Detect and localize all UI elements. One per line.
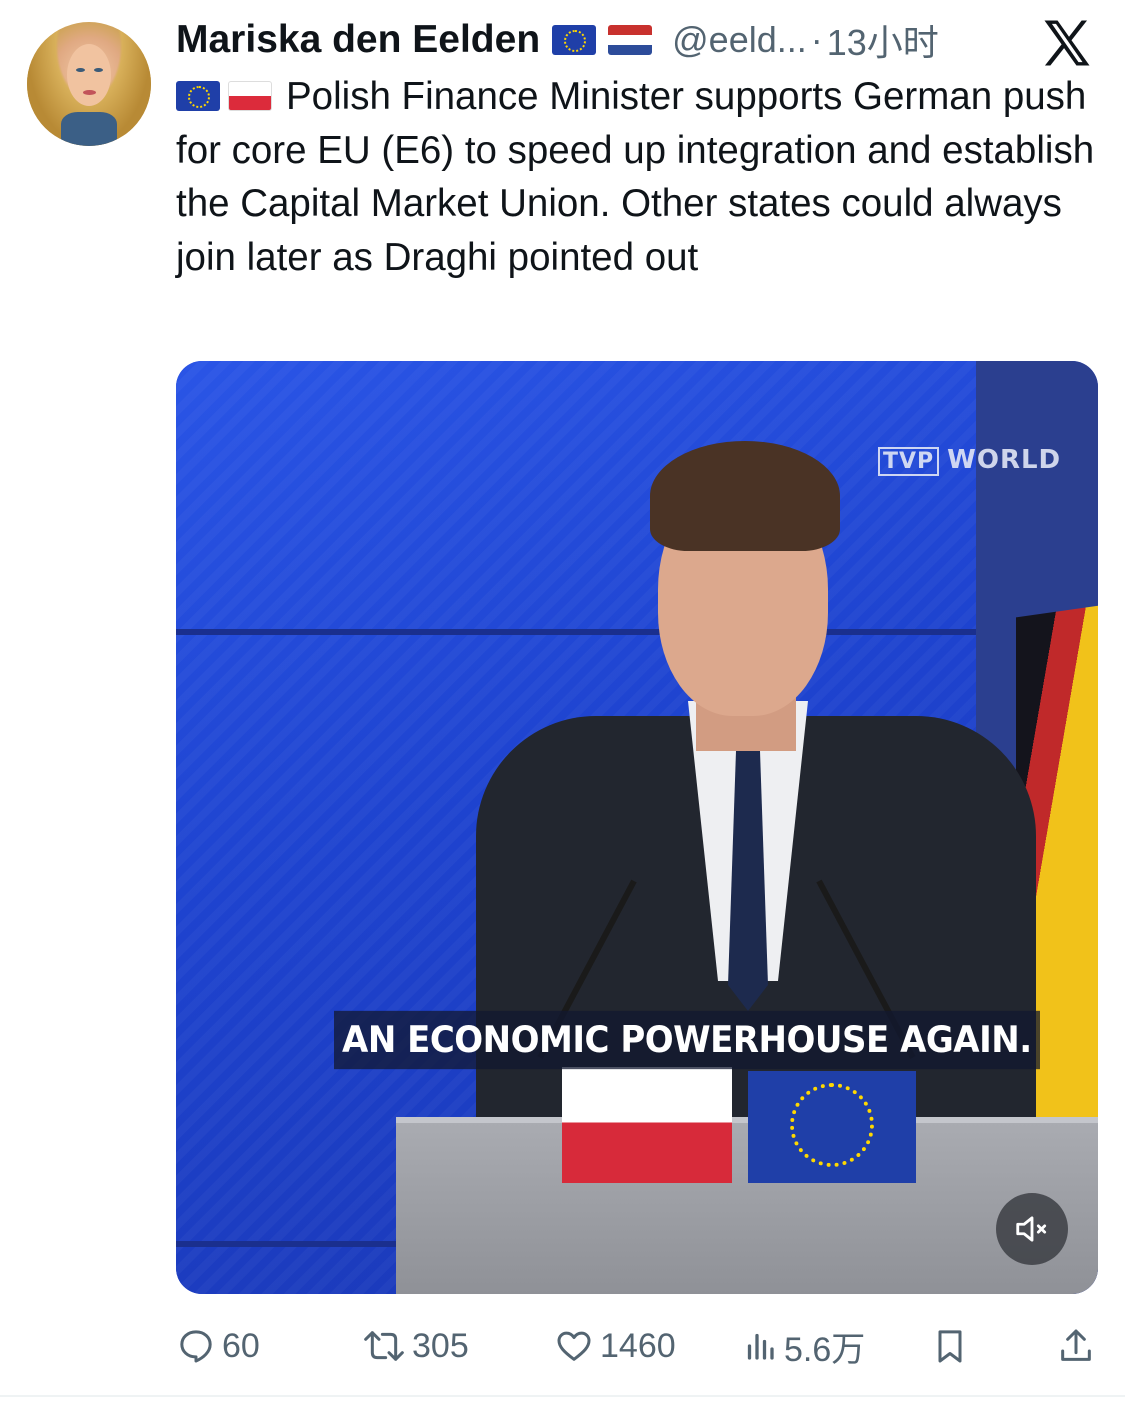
eu-flag-icon — [176, 80, 220, 111]
channel-mark: TVP — [878, 447, 940, 476]
channel-watermark: TVP WORLD — [878, 445, 1062, 476]
video-subtitle: AN ECONOMIC POWERHOUSE AGAIN. — [334, 1010, 1040, 1070]
views-button[interactable]: 5.6万 — [742, 1318, 865, 1374]
tweet-body: Polish Finance Minister supports German … — [176, 75, 1095, 279]
mute-button[interactable] — [996, 1193, 1068, 1265]
channel-name: WORLD — [947, 445, 1062, 475]
eu-flag-icon — [552, 25, 597, 55]
avatar-face — [67, 44, 111, 106]
header-separator: · — [810, 19, 823, 60]
x-logo-icon[interactable] — [1040, 16, 1094, 70]
like-count: 1460 — [600, 1326, 676, 1365]
podium — [396, 1123, 1098, 1294]
author-avatar[interactable] — [27, 22, 151, 146]
like-button[interactable]: 1460 — [554, 1318, 676, 1374]
repost-count: 305 — [412, 1326, 469, 1365]
speaker-hair — [650, 441, 840, 551]
view-count: 5.6万 — [784, 1330, 866, 1369]
reply-count: 60 — [222, 1326, 260, 1365]
tweet-header: Mariska den Eelden @eeld... · 13小时 — [176, 14, 939, 66]
tweet-timestamp[interactable]: 13小时 — [827, 14, 939, 66]
poland-flag-card — [562, 1067, 732, 1183]
share-icon — [1061, 1329, 1091, 1361]
avatar-eye — [94, 68, 103, 72]
video-player[interactable]: TVP WORLD AN ECONOMIC POWERHOUSE AGAIN. — [176, 361, 1098, 1294]
author-handle[interactable]: @eeld... — [672, 19, 807, 61]
analytics-icon — [747, 1333, 774, 1360]
poland-flag-icon — [228, 80, 272, 111]
share-button[interactable] — [1056, 1318, 1096, 1374]
author-name[interactable]: Mariska den Eelden — [176, 18, 540, 62]
bookmark-button[interactable] — [930, 1318, 970, 1374]
repost-icon — [364, 1331, 404, 1361]
divider — [0, 1395, 1125, 1397]
avatar-collar — [61, 112, 117, 146]
tweet-text: Polish Finance Minister supports German … — [176, 70, 1106, 284]
heart-icon — [557, 1331, 591, 1361]
avatar-eye — [76, 68, 85, 72]
avatar-lips — [83, 90, 96, 95]
reply-icon — [180, 1330, 212, 1363]
netherlands-flag-icon — [608, 25, 653, 55]
bookmark-icon — [938, 1330, 962, 1363]
tweet-actions: 60 305 1460 5.6万 — [176, 1318, 1106, 1374]
speaker-muted-icon — [1016, 1216, 1047, 1242]
repost-button[interactable]: 305 — [362, 1318, 469, 1374]
eu-stars-ring — [790, 1083, 874, 1167]
reply-button[interactable]: 60 — [176, 1318, 260, 1374]
